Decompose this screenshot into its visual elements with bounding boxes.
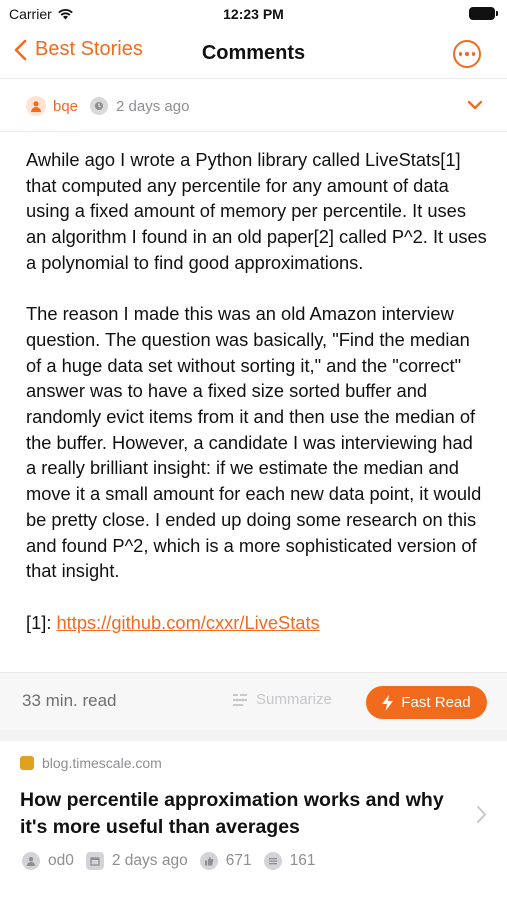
user-icon xyxy=(26,96,46,116)
story-comment-count: 161 xyxy=(289,852,316,869)
divider xyxy=(0,78,507,79)
comment-paragraph: The reason I made this was an old Amazon… xyxy=(26,303,482,582)
chevron-down-icon xyxy=(467,100,483,110)
more-icon-dot xyxy=(471,52,476,56)
fast-read-label: Fast Read xyxy=(401,694,471,711)
comment-author[interactable]: bqe xyxy=(53,98,78,115)
fast-read-button[interactable]: Fast Read xyxy=(366,686,487,719)
story-age: 2 days ago xyxy=(111,852,188,869)
story-card[interactable]: blog.timescale.com How percentile approx… xyxy=(0,741,507,900)
story-author: od0 xyxy=(48,852,74,869)
status-bar: Carrier 12:23 PM xyxy=(0,0,507,28)
status-time: 12:23 PM xyxy=(223,6,284,22)
chevron-left-icon xyxy=(14,39,27,60)
calendar-icon xyxy=(85,852,104,870)
battery-icon xyxy=(469,7,498,20)
back-button[interactable]: Best Stories xyxy=(14,38,143,61)
back-button-label: Best Stories xyxy=(35,38,143,60)
navigation-bar: Best Stories Comments xyxy=(0,30,507,76)
comment-age: 2 days ago xyxy=(116,97,190,115)
comment-body: Awhile ago I wrote a Python library call… xyxy=(26,147,488,667)
summarize-button[interactable]: Summarize xyxy=(232,691,332,708)
story-domain-row: blog.timescale.com xyxy=(20,755,162,771)
clock-icon xyxy=(90,97,109,115)
favicon-icon xyxy=(20,756,34,770)
footnote-link[interactable]: https://github.com/cxxr/LiveStats xyxy=(57,612,320,633)
read-time: 33 min. read xyxy=(22,691,117,710)
thumbs-up-icon xyxy=(199,852,218,870)
comments-icon xyxy=(263,852,282,870)
story-title[interactable]: How percentile approximation works and w… xyxy=(20,787,470,841)
divider xyxy=(0,131,507,132)
comment-paragraph: Awhile ago I wrote a Python library call… xyxy=(26,149,487,273)
collapse-toggle[interactable] xyxy=(467,97,483,115)
more-icon xyxy=(458,52,463,56)
summarize-label: Summarize xyxy=(256,691,332,708)
story-domain: blog.timescale.com xyxy=(42,755,162,771)
comment-meta: bqe 2 days ago xyxy=(26,94,487,118)
footnote: [1]: https://github.com/cxxr/LiveStats xyxy=(26,610,488,636)
section-separator xyxy=(0,730,507,741)
footnote-label: [1]: xyxy=(26,611,52,633)
user-icon xyxy=(22,852,40,870)
more-icon-dot xyxy=(465,52,469,56)
story-meta: od0 2 days ago 671 161 xyxy=(22,852,327,870)
more-button[interactable] xyxy=(453,40,481,68)
story-points: 671 xyxy=(225,852,252,869)
action-bar: 33 min. read Summarize Fast Read xyxy=(0,672,507,730)
chevron-right-icon xyxy=(476,805,487,829)
bolt-icon xyxy=(382,694,394,711)
summarize-icon xyxy=(233,693,247,706)
